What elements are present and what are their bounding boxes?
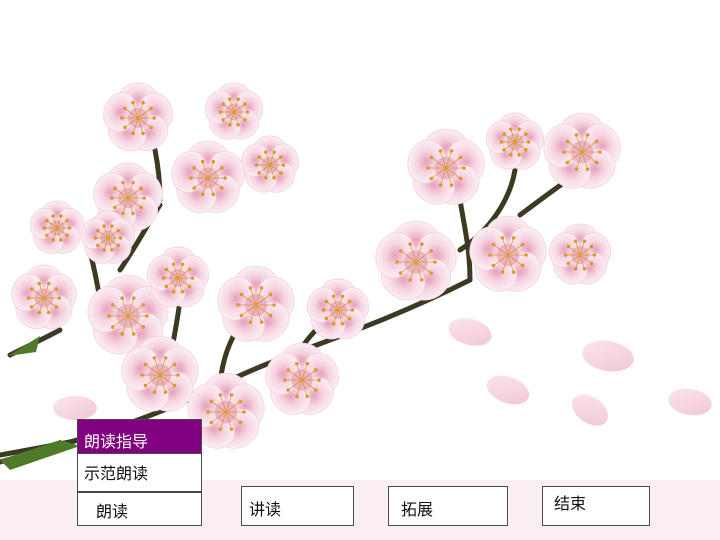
blossom — [171, 140, 245, 213]
nav-button-end[interactable]: 结束 — [542, 486, 650, 526]
nav-button-label: 拓展 — [401, 500, 434, 519]
blossom — [240, 135, 300, 193]
nav-button-label: 结束 — [554, 494, 587, 513]
falling-petal — [448, 318, 492, 346]
nav-button-read-aloud[interactable]: 朗读 — [77, 492, 202, 526]
blossom — [375, 220, 457, 301]
blossom — [549, 223, 611, 285]
menu-item-reading-guide[interactable]: 朗读指导 — [78, 420, 201, 453]
blossom — [485, 112, 545, 170]
leaf — [8, 336, 40, 356]
menu-item-model-reading[interactable]: 示范朗读 — [78, 453, 201, 491]
branch-stem — [457, 197, 473, 283]
blossom — [204, 82, 264, 140]
blossom — [11, 264, 77, 330]
blossom — [407, 128, 485, 205]
blossoms — [11, 82, 621, 449]
nav-button-extend[interactable]: 拓展 — [388, 486, 508, 526]
nav-button-label: 朗读 — [96, 502, 129, 521]
nav-button-explain[interactable]: 讲读 — [241, 486, 354, 526]
blossom — [543, 112, 621, 189]
menu-item-label: 示范朗读 — [84, 464, 149, 483]
falling-petal — [571, 394, 609, 426]
menu-item-label: 朗读指导 — [84, 432, 149, 451]
falling-petal — [582, 340, 634, 372]
falling-petal — [668, 388, 712, 416]
blossom — [265, 342, 339, 415]
blossom — [103, 82, 173, 152]
nav-button-label: 讲读 — [249, 500, 282, 519]
blossom — [217, 265, 295, 342]
falling-petal — [486, 375, 530, 405]
reading-submenu: 朗读指导 示范朗读 — [77, 419, 202, 492]
blossom — [29, 200, 85, 254]
blossom — [469, 215, 547, 292]
falling-petal — [53, 396, 97, 420]
